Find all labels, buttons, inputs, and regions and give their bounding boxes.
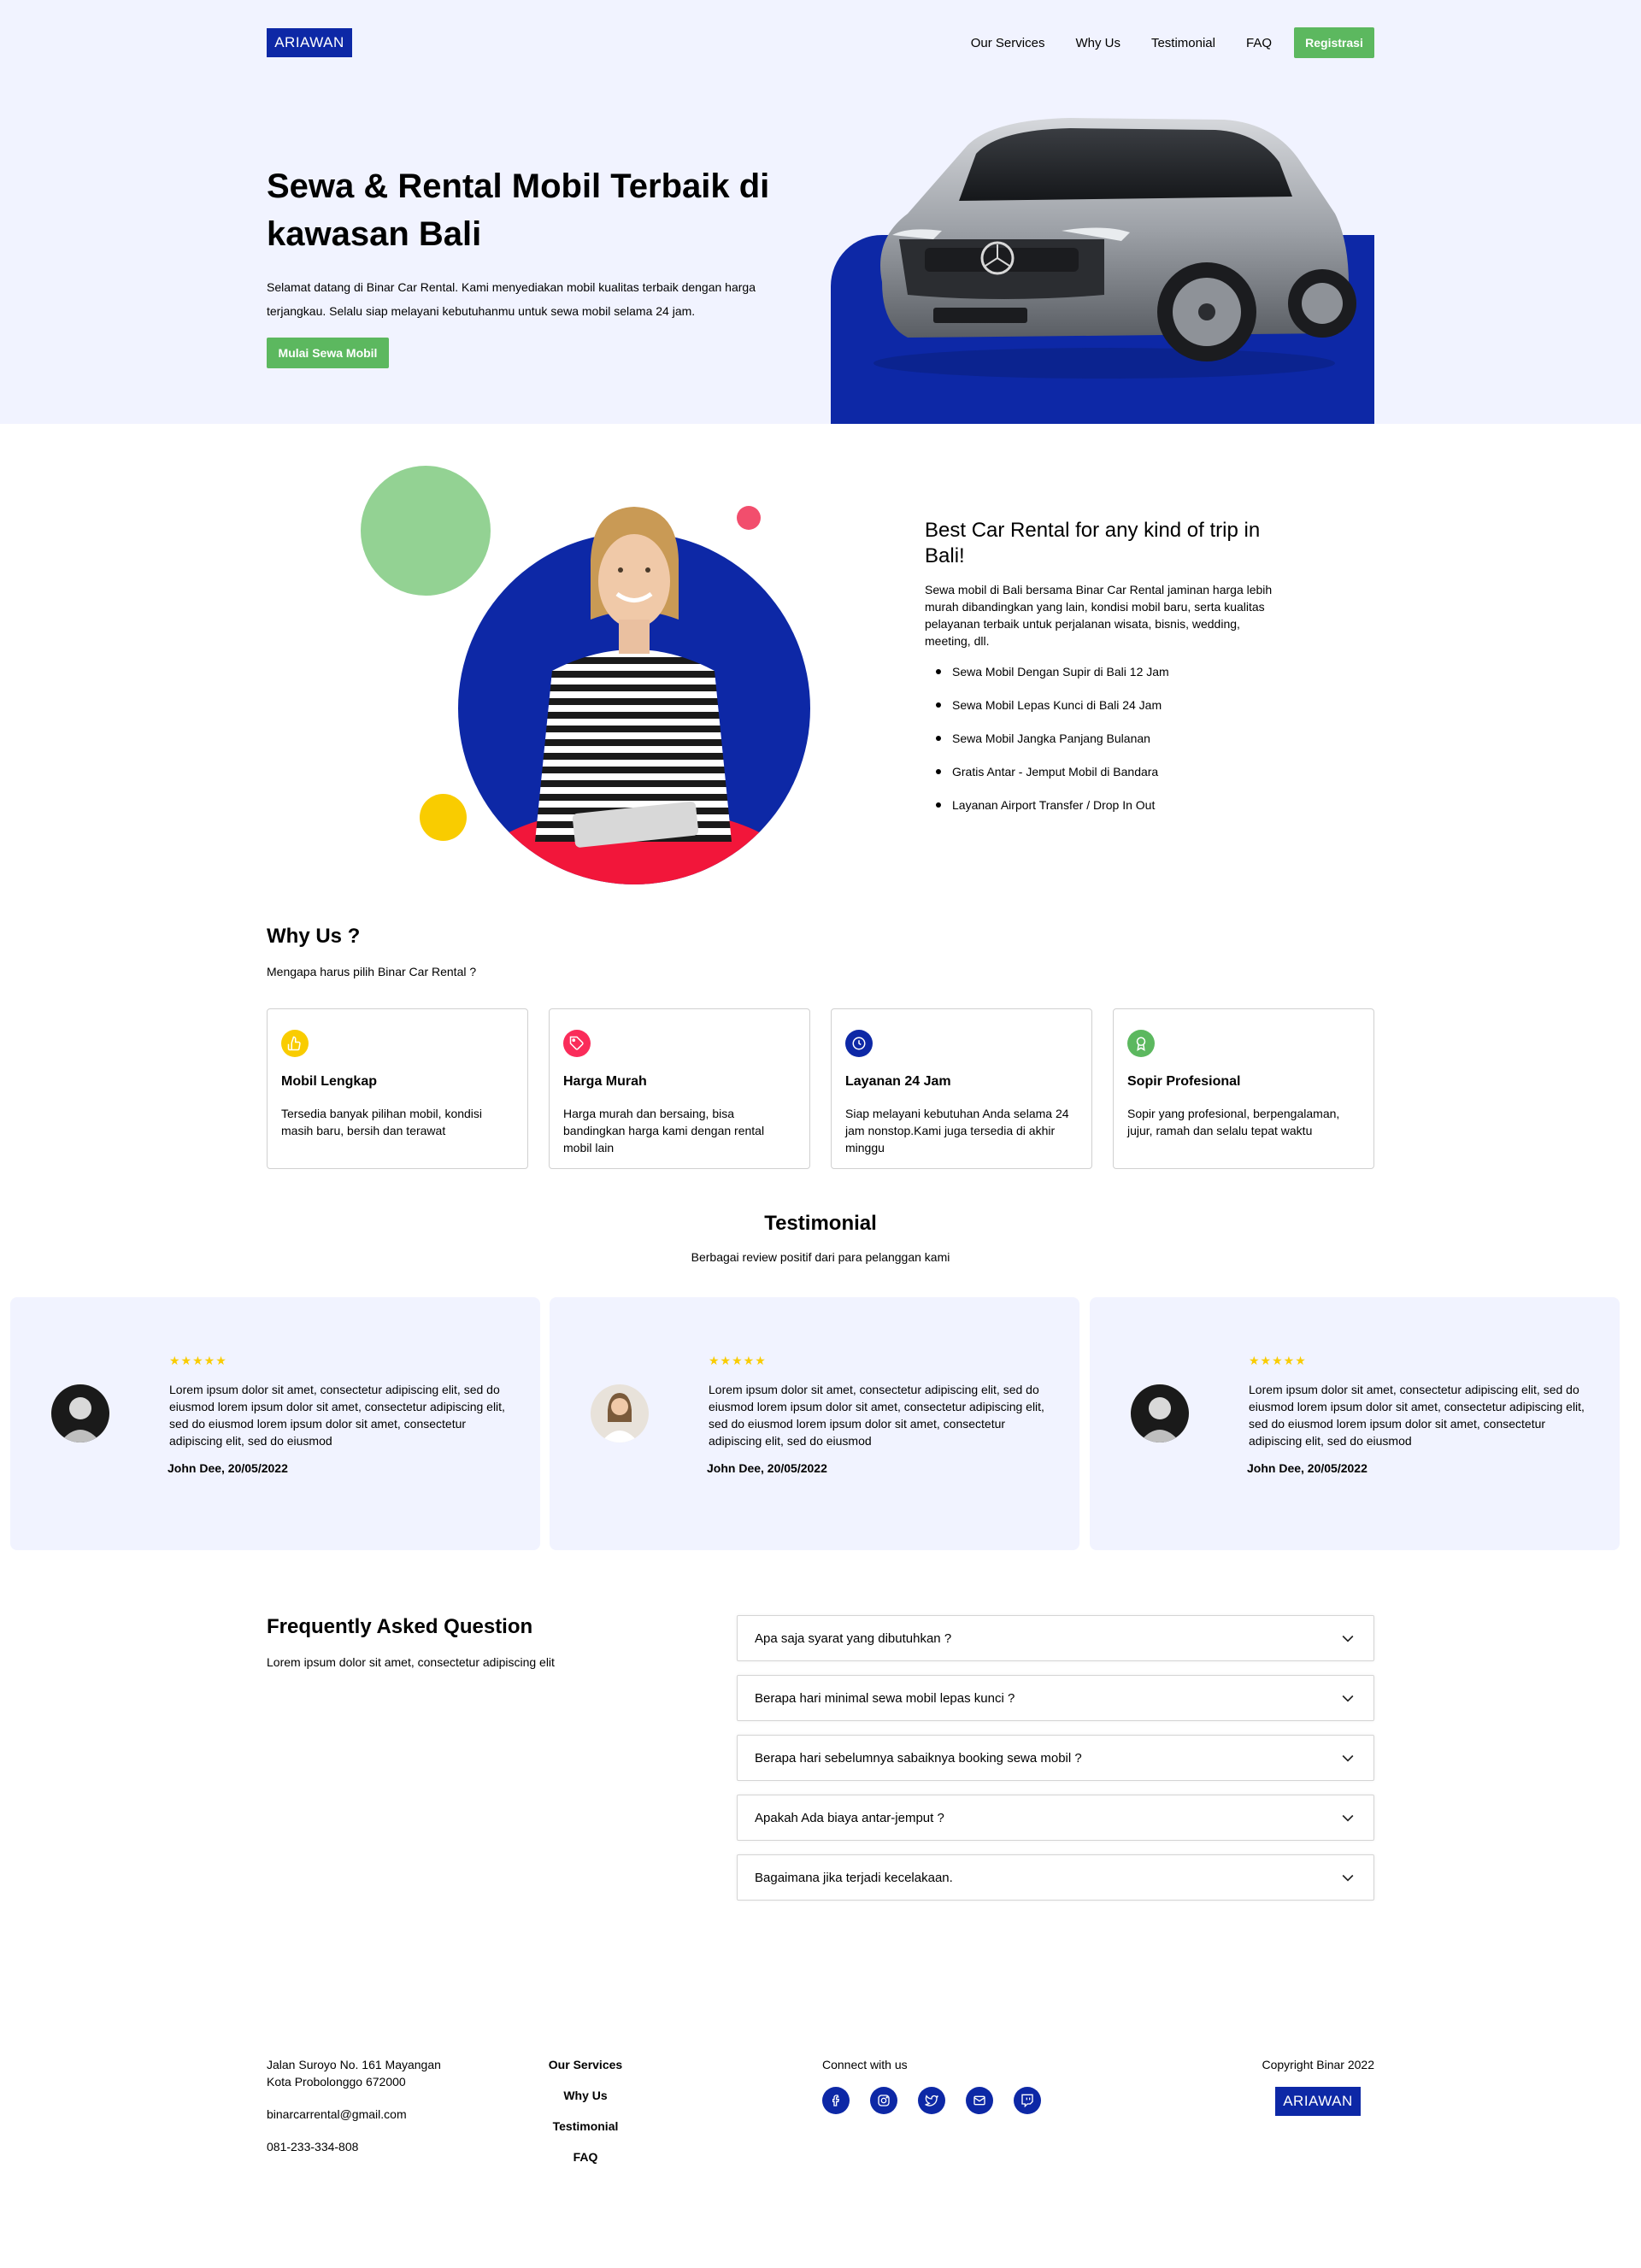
hero-title: Sewa & Rental Mobil Terbaik di kawasan B…	[267, 167, 770, 253]
mail-icon[interactable]	[966, 2087, 993, 2114]
nav-link-why-us[interactable]: Why Us	[1075, 36, 1120, 50]
why-card-text: Sopir yang profesional, berpengalaman, j…	[1127, 1107, 1340, 1137]
why-card-text: Harga murah dan bersaing, bisa bandingka…	[563, 1107, 765, 1155]
faq-question: Berapa hari sebelumnya sabaiknya booking…	[755, 1750, 1082, 1766]
services-description: Sewa mobil di Bali bersama Binar Car Ren…	[925, 583, 1273, 648]
services-list: Sewa Mobil Dengan Supir di Bali 12 Jam S…	[925, 663, 1301, 830]
faq-item[interactable]: Berapa hari minimal sewa mobil lepas kun…	[737, 1675, 1374, 1721]
top-nav: Our Services Why Us Testimonial FAQ Regi…	[971, 27, 1374, 58]
testimonial-quote: Lorem ipsum dolor sit amet, consectetur …	[1249, 1383, 1585, 1448]
faq-item[interactable]: Apakah Ada biaya antar-jemput ?	[737, 1795, 1374, 1841]
avatar	[51, 1384, 109, 1442]
chevron-down-icon	[1342, 1695, 1354, 1702]
faq-title: Frequently Asked Question	[267, 1615, 533, 1638]
services-list-item: Sewa Mobil Dengan Supir di Bali 12 Jam	[925, 663, 1301, 696]
services-title: Best Car Rental for any kind of trip in …	[925, 519, 1261, 567]
why-card-title: Mobil Lengkap	[281, 1074, 377, 1089]
faq-question: Apakah Ada biaya antar-jemput ?	[755, 1810, 944, 1825]
testimonial-card: ★★★★★ Lorem ipsum dolor sit amet, consec…	[550, 1297, 1079, 1550]
avatar	[591, 1384, 649, 1442]
twitch-icon[interactable]	[1014, 2087, 1041, 2114]
faq-item[interactable]: Bagaimana jika terjadi kecelakaan.	[737, 1854, 1374, 1901]
why-card-text: Tersedia banyak pilihan mobil, kondisi m…	[281, 1107, 483, 1137]
footer-link-why-us[interactable]: Why Us	[563, 2087, 607, 2104]
clock-icon	[845, 1030, 873, 1057]
why-card-title: Sopir Profesional	[1127, 1074, 1241, 1089]
rating-stars: ★★★★★	[709, 1354, 767, 1367]
footer-connect: Connect with us	[822, 2056, 1041, 2114]
why-card-layanan-24-jam: Layanan 24 Jam Siap melayani kebutuhan A…	[831, 1008, 1092, 1169]
services-list-item: Sewa Mobil Lepas Kunci di Bali 24 Jam	[925, 696, 1301, 730]
footer-phone: 081-233-334-808	[267, 2140, 359, 2153]
faq-question: Bagaimana jika terjadi kecelakaan.	[755, 1870, 953, 1885]
why-us-cards: Mobil Lengkap Tersedia banyak pilihan mo…	[267, 1008, 1374, 1169]
faq-subtitle: Lorem ipsum dolor sit amet, consectetur …	[267, 1655, 555, 1669]
faq-item[interactable]: Berapa hari sebelumnya sabaiknya booking…	[737, 1735, 1374, 1781]
footer-link-our-services[interactable]: Our Services	[549, 2056, 622, 2073]
testimonial-quote: Lorem ipsum dolor sit amet, consectetur …	[709, 1383, 1044, 1448]
services-list-item: Sewa Mobil Jangka Panjang Bulanan	[925, 730, 1301, 763]
faq-question: Apa saja syarat yang dibutuhkan ?	[755, 1630, 952, 1646]
why-card-title: Harga Murah	[563, 1074, 647, 1089]
avatar	[1131, 1384, 1189, 1442]
services-list-item: Layanan Airport Transfer / Drop In Out	[925, 796, 1301, 830]
instagram-icon[interactable]	[870, 2087, 897, 2114]
why-us-title: Why Us ?	[267, 925, 361, 948]
register-button[interactable]: Registrasi	[1294, 27, 1374, 58]
nav-link-faq[interactable]: FAQ	[1246, 36, 1272, 50]
nav-link-our-services[interactable]: Our Services	[971, 36, 1045, 50]
thumbs-up-icon	[281, 1030, 309, 1057]
why-card-harga-murah: Harga Murah Harga murah dan bersaing, bi…	[549, 1008, 810, 1169]
faq-question: Berapa hari minimal sewa mobil lepas kun…	[755, 1690, 1015, 1706]
testimonial-author: John Dee, 20/05/2022	[707, 1461, 827, 1475]
why-card-sopir-profesional: Sopir Profesional Sopir yang profesional…	[1113, 1008, 1374, 1169]
chevron-down-icon	[1342, 1814, 1354, 1822]
price-tag-icon	[563, 1030, 591, 1057]
testimonial-author: John Dee, 20/05/2022	[168, 1461, 288, 1475]
rating-stars: ★★★★★	[1249, 1354, 1307, 1367]
brand-logo[interactable]: ARIAWAN	[267, 28, 352, 57]
why-card-mobil-lengkap: Mobil Lengkap Tersedia banyak pilihan mo…	[267, 1008, 528, 1169]
testimonial-title: Testimonial	[764, 1212, 877, 1235]
testimonial-card: ★★★★★ Lorem ipsum dolor sit amet, consec…	[1090, 1297, 1620, 1550]
footer-link-faq[interactable]: FAQ	[573, 2148, 598, 2165]
why-us-subtitle: Mengapa harus pilih Binar Car Rental ?	[267, 965, 477, 978]
award-icon	[1127, 1030, 1155, 1057]
faq-item[interactable]: Apa saja syarat yang dibutuhkan ?	[737, 1615, 1374, 1661]
footer-link-testimonial[interactable]: Testimonial	[553, 2118, 619, 2135]
footer-address: Jalan Suroyo No. 161 Mayangan Kota Probo…	[267, 2058, 441, 2089]
services-list-item: Gratis Antar - Jemput Mobil di Bandara	[925, 763, 1301, 796]
why-card-title: Layanan 24 Jam	[845, 1074, 951, 1089]
copyright: Copyright Binar 2022	[1262, 2058, 1374, 2071]
car-image	[873, 118, 1356, 379]
facebook-icon[interactable]	[822, 2087, 850, 2114]
twitter-icon[interactable]	[918, 2087, 945, 2114]
chevron-down-icon	[1342, 1635, 1354, 1642]
footer-contact: Jalan Suroyo No. 161 Mayangan Kota Probo…	[267, 2056, 455, 2171]
why-card-text: Siap melayani kebutuhan Anda selama 24 j…	[845, 1107, 1069, 1155]
woman-illustration	[472, 507, 797, 884]
testimonial-card: ★★★★★ Lorem ipsum dolor sit amet, consec…	[10, 1297, 540, 1550]
hero-section: ARIAWAN Our Services Why Us Testimonial …	[0, 0, 1641, 424]
footer-nav: Our Services Why Us Testimonial FAQ	[543, 2056, 628, 2165]
connect-title: Connect with us	[822, 2058, 908, 2071]
footer-email: binarcarrental@gmail.com	[267, 2107, 407, 2121]
testimonial-author: John Dee, 20/05/2022	[1247, 1461, 1368, 1475]
rating-stars: ★★★★★	[169, 1354, 227, 1367]
testimonial-quote: Lorem ipsum dolor sit amet, consectetur …	[169, 1383, 505, 1448]
footer-logo[interactable]: ARIAWAN	[1275, 2087, 1361, 2116]
nav-link-testimonial[interactable]: Testimonial	[1151, 36, 1215, 50]
social-links	[822, 2087, 1041, 2114]
testimonial-subtitle: Berbagai review positif dari para pelang…	[691, 1250, 950, 1264]
start-rent-button[interactable]: Mulai Sewa Mobil	[267, 338, 389, 368]
chevron-down-icon	[1342, 1874, 1354, 1882]
hero-description: Selamat datang di Binar Car Rental. Kami…	[267, 280, 756, 318]
faq-list: Apa saja syarat yang dibutuhkan ? Berapa…	[737, 1615, 1374, 1914]
chevron-down-icon	[1342, 1754, 1354, 1762]
